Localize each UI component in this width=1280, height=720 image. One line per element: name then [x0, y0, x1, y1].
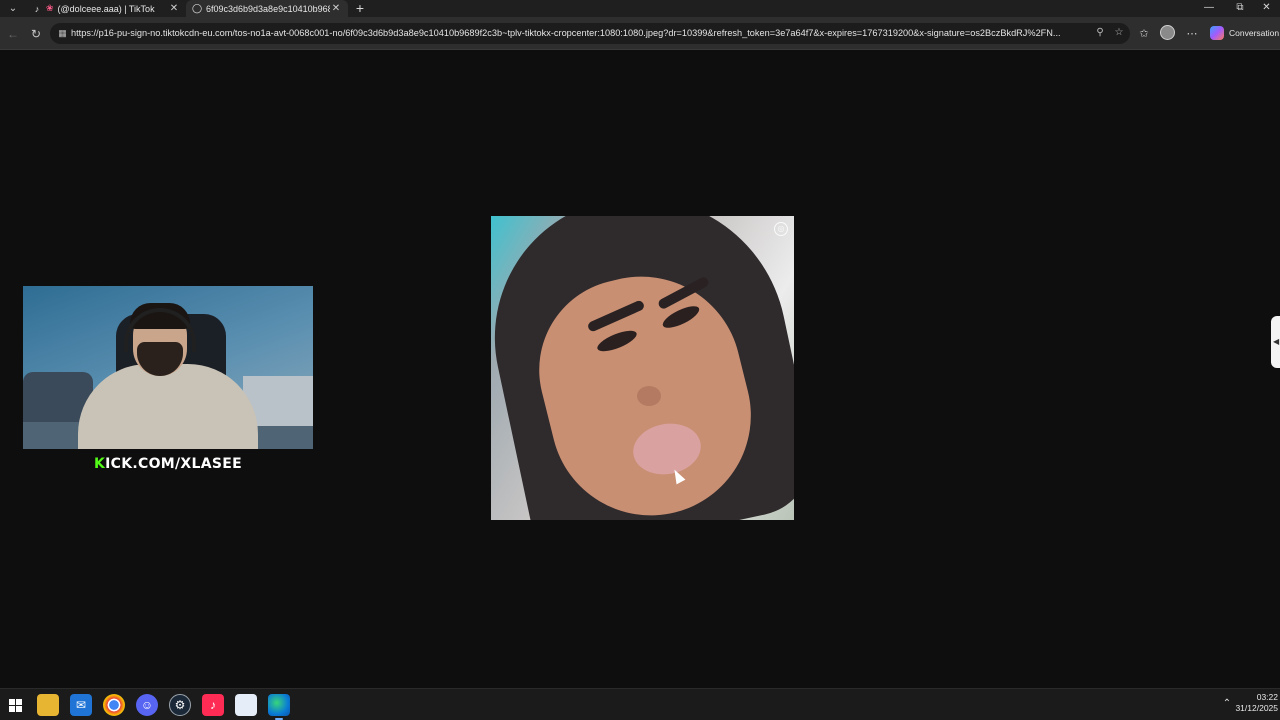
copilot-button[interactable]: Conversation	[1204, 22, 1280, 44]
star-emoji-icon: ❀	[46, 3, 54, 13]
reload-icon: ↻	[30, 27, 42, 41]
favorites-star-icon: ✩	[1139, 28, 1149, 40]
restore-button[interactable]: ⧉	[1224, 0, 1256, 17]
more-dots-icon: ⋯	[1186, 28, 1198, 40]
steam-icon[interactable]: ⚙	[169, 694, 191, 716]
plus-icon: +	[355, 0, 365, 16]
tab-close-icon[interactable]: ✕	[168, 3, 180, 14]
tab-title: (@dolceee.aaa) | TikTok	[57, 3, 155, 14]
tab-strip: ⌄ ♪ ❀ (@dolceee.aaa) | TikTok ✕ ◯ 6f09c3…	[0, 0, 1280, 17]
discord-icon[interactable]: ☺	[136, 694, 158, 716]
address-bar[interactable]: ▦ https://p16-pu-sign-no.tiktokcdn-eu.co…	[50, 23, 1130, 44]
visual-search-icon[interactable]: ◎	[774, 222, 788, 236]
restore-icon: ⧉	[1236, 2, 1244, 13]
tab-close-icon[interactable]: ✕	[330, 3, 342, 14]
tab-tiktok[interactable]: ♪ ❀ (@dolceee.aaa) | TikTok ✕	[26, 0, 186, 17]
back-button[interactable]: ←	[4, 25, 22, 43]
zoom-icon[interactable]: ⚲	[1093, 26, 1107, 40]
clock-time: 03:22	[1256, 692, 1278, 702]
site-info-icon[interactable]: ▦	[56, 27, 69, 40]
arrow-left-icon: ←	[7, 27, 19, 41]
copilot-icon	[1210, 26, 1224, 40]
profile-avatar[interactable]	[1160, 25, 1175, 40]
profile-photo-image[interactable]: ◎	[491, 216, 794, 520]
close-icon: ✕	[1262, 2, 1271, 13]
system-clock[interactable]: 03:22 31/12/2025	[1232, 692, 1278, 714]
stream-url-overlay: KICK.COM/XLASEE	[23, 456, 313, 472]
chrome-icon[interactable]	[103, 694, 125, 716]
kick-logo-letter: K	[94, 456, 106, 472]
tab-title: 6f09c3d6b9d3a8e9c10410b9689f2c	[206, 3, 330, 14]
close-window-button[interactable]: ✕	[1253, 0, 1280, 17]
file-explorer-icon[interactable]	[37, 694, 59, 716]
favorite-star-icon[interactable]: ☆	[1112, 26, 1126, 40]
app-icon[interactable]	[235, 694, 257, 716]
outlook-icon[interactable]: ✉	[70, 694, 92, 716]
tiktok-app-icon[interactable]: ♪	[202, 694, 224, 716]
windows-logo-icon	[8, 698, 22, 712]
sidebar-toggle-handle[interactable]: ◀	[1271, 316, 1280, 368]
copilot-label: Conversation	[1229, 28, 1280, 38]
chevron-left-icon: ◀	[1273, 337, 1280, 346]
tiktok-icon: ♪	[34, 3, 40, 14]
settings-menu-button[interactable]: ⋯	[1183, 25, 1201, 43]
favorites-button[interactable]: ✩	[1135, 25, 1153, 43]
clock-date: 31/12/2025	[1235, 703, 1278, 713]
url-text[interactable]: https://p16-pu-sign-no.tiktokcdn-eu.com/…	[71, 27, 1086, 40]
minimize-button[interactable]: —	[1193, 0, 1225, 17]
tab-image[interactable]: ◯ 6f09c3d6b9d3a8e9c10410b9689f2c ✕	[186, 0, 348, 17]
globe-icon: ◯	[191, 3, 203, 13]
reload-button[interactable]: ↻	[27, 25, 45, 43]
minimize-icon: —	[1204, 2, 1214, 13]
tab-list-chevron-icon[interactable]: ⌄	[6, 2, 20, 15]
taskbar: ✉ ☺ ⚙ ♪ ⌃ 03:22 31/12/2025	[0, 688, 1280, 720]
new-tab-button[interactable]: +	[352, 0, 368, 17]
stream-url-text: ICK.COM/XLASEE	[105, 456, 242, 472]
webcam-overlay	[23, 286, 313, 449]
address-toolbar: ← ↻ ▦ https://p16-pu-sign-no.tiktokcdn-e…	[0, 17, 1280, 50]
windows-start-icon[interactable]	[4, 694, 26, 716]
photo-nose	[637, 386, 661, 406]
edge-icon[interactable]	[268, 694, 290, 720]
